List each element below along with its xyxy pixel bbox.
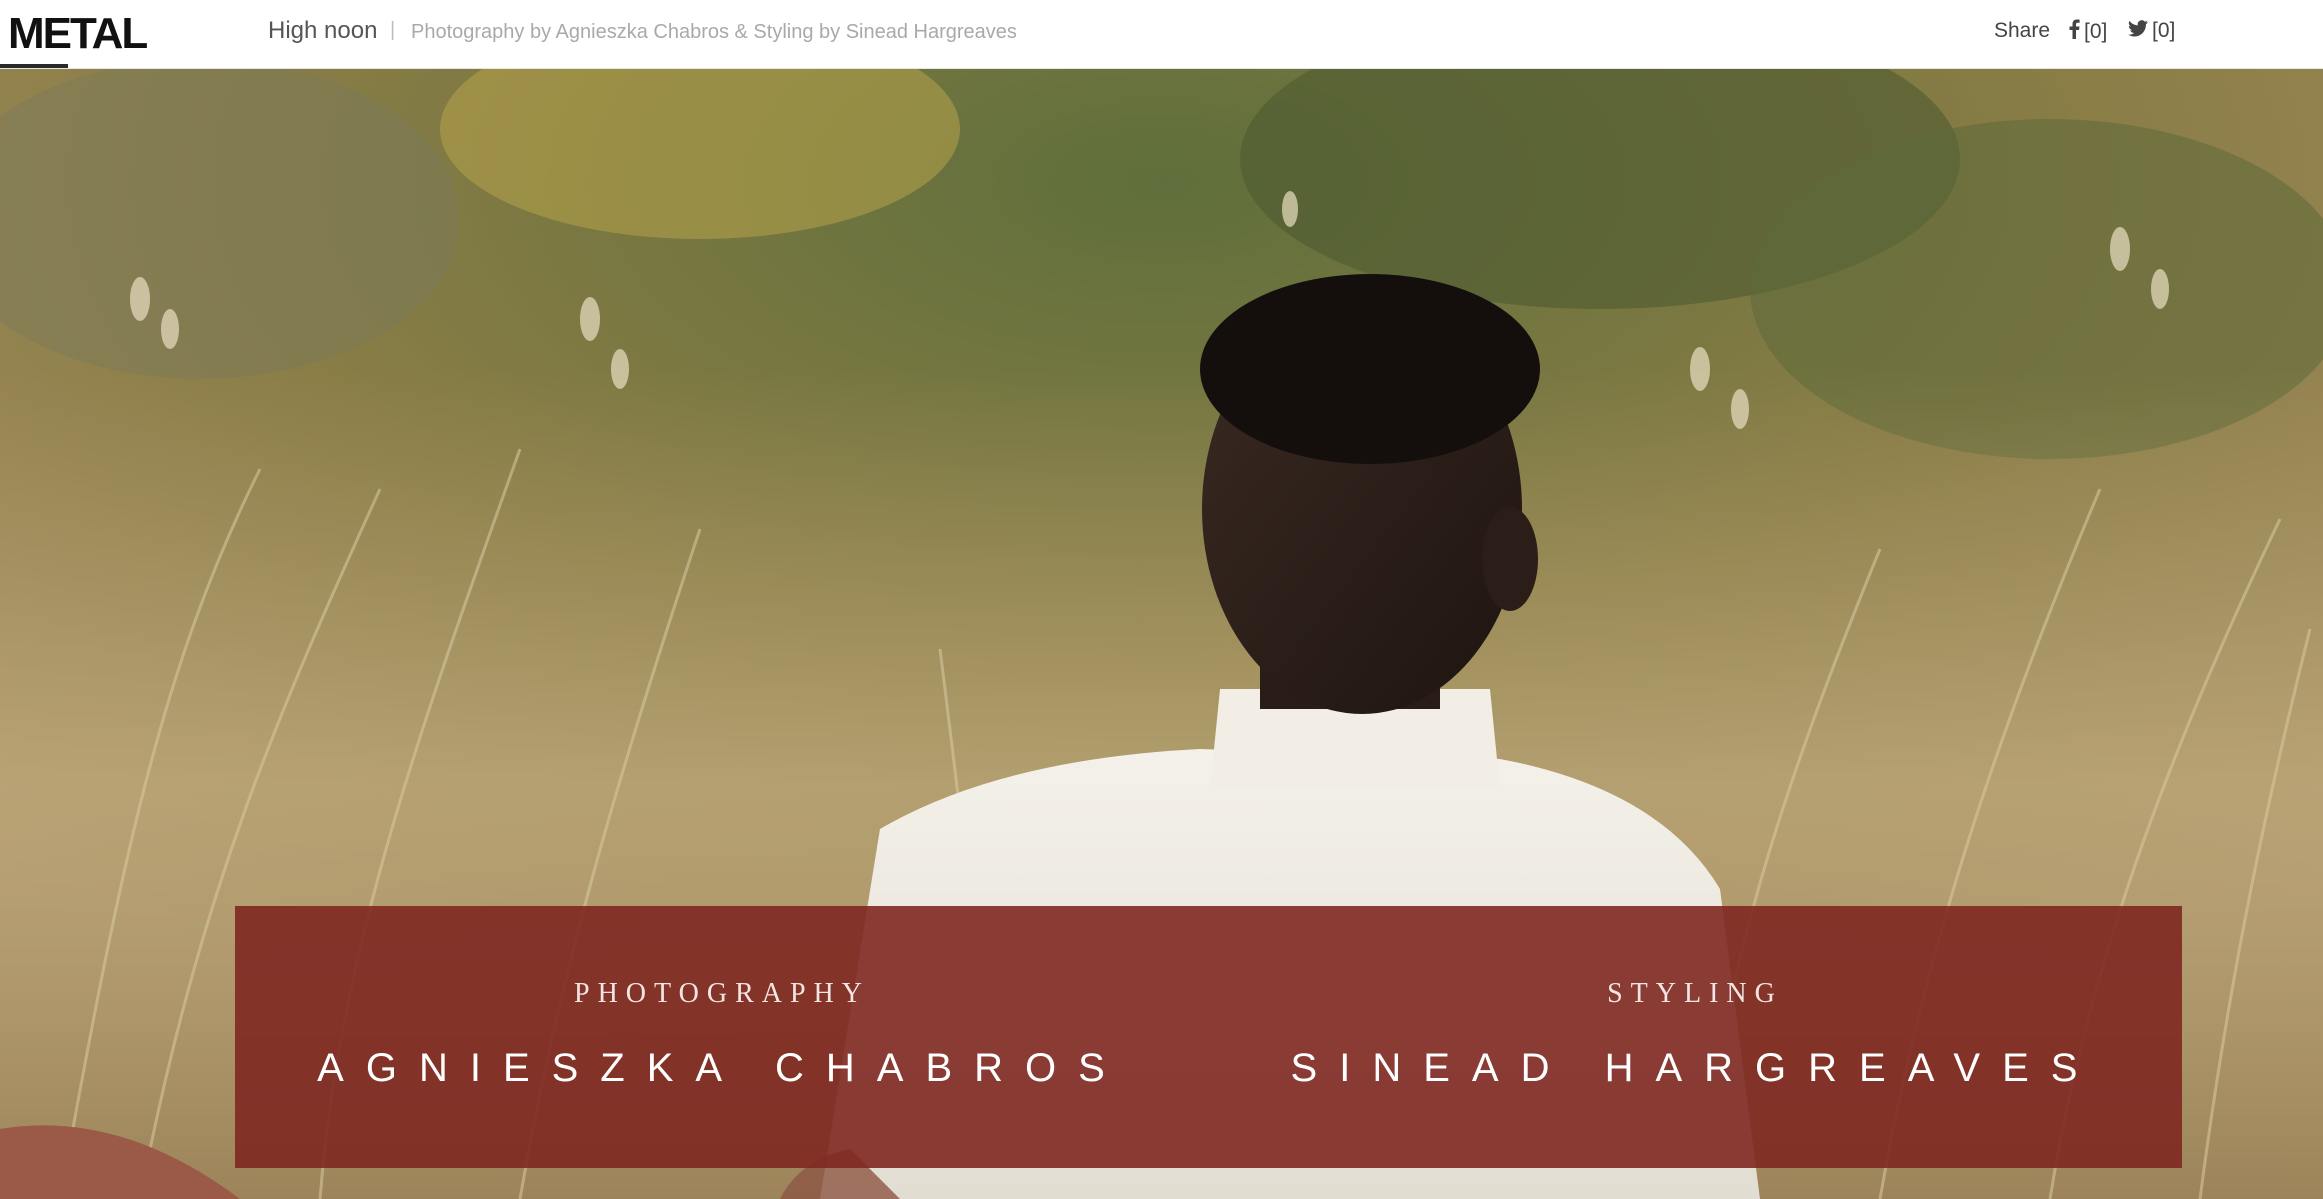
title-separator: | (390, 19, 396, 41)
top-bar: METAL High noon | Photography by Agniesz… (0, 0, 2323, 69)
facebook-share-count: [0] (2084, 20, 2108, 43)
twitter-icon (2128, 19, 2148, 43)
twitter-share-count: [0] (2152, 19, 2176, 42)
metal-logo[interactable]: METAL (8, 10, 148, 58)
share-label: Share (1994, 19, 2051, 42)
twitter-share-button[interactable]: [0] (2128, 19, 2175, 43)
facebook-share-button[interactable]: [0] (2068, 19, 2107, 45)
styling-role-label: STYLING (1607, 978, 1783, 1009)
photography-role-label: PHOTOGRAPHY (574, 978, 870, 1009)
hero-image: PHOTOGRAPHY AGNIESZKA CHABROS STYLING SI… (0, 69, 2323, 1199)
article-credits: Photography by Agnieszka Chabros & Styli… (411, 21, 1017, 43)
credits-box: PHOTOGRAPHY AGNIESZKA CHABROS STYLING SI… (235, 906, 2182, 1168)
styling-credit: STYLING SINEAD HARGREAVES (1208, 906, 2182, 1168)
logo-underline (0, 64, 68, 68)
photographer-name[interactable]: AGNIESZKA CHABROS (235, 1046, 1209, 1091)
facebook-icon (2068, 19, 2080, 45)
stylist-name[interactable]: SINEAD HARGREAVES (1208, 1046, 2182, 1091)
photography-credit: PHOTOGRAPHY AGNIESZKA CHABROS (235, 906, 1209, 1168)
article-title: High noon (268, 17, 378, 44)
